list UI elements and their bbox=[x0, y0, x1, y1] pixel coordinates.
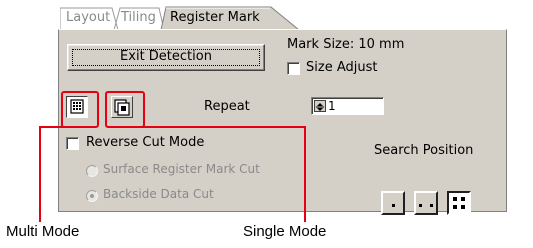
repeat-spinner[interactable]: 1 bbox=[311, 97, 384, 115]
search-position-2-button[interactable] bbox=[414, 191, 438, 215]
search-position-4-button[interactable] bbox=[447, 191, 471, 215]
position-1-icon bbox=[392, 204, 395, 207]
backside-data-radio[interactable] bbox=[86, 190, 98, 202]
single-mode-caption: Single Mode bbox=[243, 223, 327, 240]
multi-mode-caption: Multi Mode bbox=[6, 223, 80, 240]
surface-register-label: Surface Register Mark Cut bbox=[103, 162, 260, 176]
spinner-arrows-icon[interactable] bbox=[314, 100, 326, 112]
backside-data-label: Backside Data Cut bbox=[103, 187, 214, 201]
reverse-cut-checkbox[interactable] bbox=[66, 137, 79, 150]
search-position-1-button[interactable] bbox=[381, 191, 405, 215]
position-2-icon bbox=[419, 204, 433, 207]
repeat-label: Repeat bbox=[204, 99, 250, 114]
reverse-cut-label: Reverse Cut Mode bbox=[86, 135, 205, 150]
repeat-value[interactable]: 1 bbox=[328, 98, 336, 114]
surface-register-radio[interactable] bbox=[86, 165, 98, 177]
radio-dot bbox=[90, 194, 94, 198]
search-position-label: Search Position bbox=[374, 143, 474, 158]
position-4-icon bbox=[453, 197, 465, 209]
